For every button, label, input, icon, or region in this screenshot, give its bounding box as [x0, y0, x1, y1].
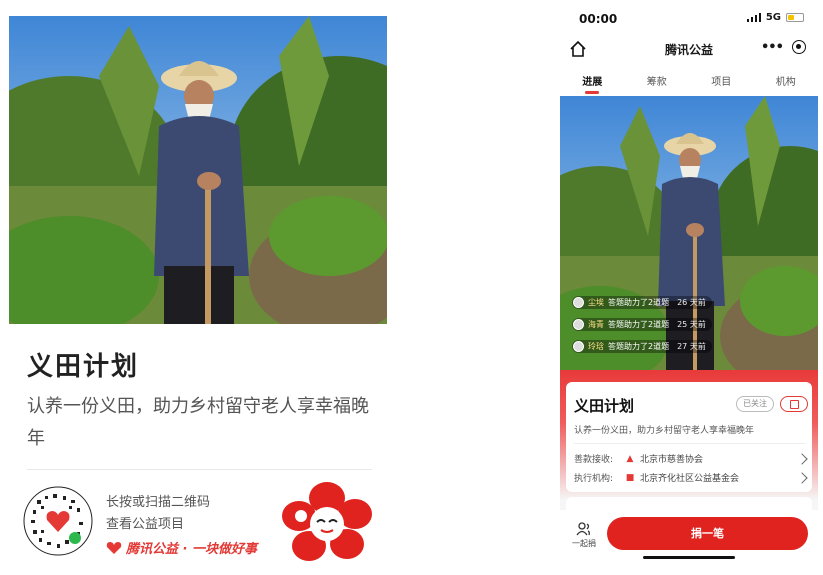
- battery-icon: [786, 13, 804, 22]
- qr-instruction: 长按或扫描二维码: [106, 495, 211, 510]
- brand-slogan: 腾讯公益 · 一块做好事: [126, 542, 257, 557]
- project-card: 义田计划 已关注 认养一份义田，助力乡村留守老人享幸福晚年 善款接收: ▲ 北京…: [566, 382, 812, 492]
- avatar: [573, 297, 584, 308]
- flower-mascot-icon: [277, 478, 377, 568]
- qr-code[interactable]: [23, 486, 93, 556]
- tab-fundraising[interactable]: 筹款: [625, 62, 690, 96]
- feed-item: 海青 答题助力了2道题 25 天前: [572, 318, 712, 331]
- charity-logo-icon: ▲: [626, 453, 634, 464]
- chevron-right-icon: [796, 452, 808, 465]
- feed-item: 尘埃 答题助力了2道题 26 天前: [572, 296, 712, 309]
- feed-time: 26 天前: [677, 298, 706, 307]
- donate-button[interactable]: 捐一笔: [607, 517, 808, 550]
- feed-action: 答题助力了2道题: [608, 342, 670, 351]
- chevron-right-icon: [796, 471, 808, 484]
- poster-title: 义田计划: [27, 352, 140, 382]
- people-icon: [576, 522, 590, 536]
- tab-organization[interactable]: 机构: [754, 62, 819, 96]
- donate-together-label: 一起捐: [572, 539, 596, 548]
- feed-action: 答题助力了2道题: [608, 320, 670, 329]
- nav-bar: 腾讯公益 •••: [560, 38, 818, 62]
- feed-time: 25 天前: [677, 320, 706, 329]
- tab-bar: 进展 筹款 项目 机构: [560, 62, 818, 96]
- tab-project[interactable]: 项目: [689, 62, 754, 96]
- executor-name: 北京齐化社区公益基金会: [640, 474, 740, 484]
- share-button[interactable]: [780, 396, 808, 412]
- project-subtitle: 认养一份义田，助力乡村留守老人享幸福晚年: [574, 426, 755, 436]
- poster-divider: [27, 469, 372, 470]
- bottom-action-bar: 一起捐 捐一笔: [560, 510, 818, 575]
- follow-button[interactable]: 已关注: [736, 396, 774, 412]
- more-menu-icon[interactable]: •••: [761, 40, 784, 55]
- foundation-logo-icon: ■: [625, 472, 635, 483]
- heart-logo-icon: [106, 541, 122, 554]
- feed-action: 答题助力了2道题: [608, 298, 670, 307]
- network-type: 5G: [765, 12, 781, 23]
- receiver-label: 善款接收:: [574, 455, 614, 465]
- feed-time: 27 天前: [677, 342, 706, 351]
- avatar: [573, 341, 584, 352]
- receiver-row[interactable]: 善款接收: ▲ 北京市慈善协会: [574, 452, 808, 465]
- tab-progress[interactable]: 进展: [560, 62, 625, 96]
- card-divider: [574, 443, 806, 444]
- feed-user: 海青: [588, 320, 604, 329]
- poster-photo: [9, 16, 387, 324]
- share-poster: 义田计划 认养一份义田，助力乡村留守老人享幸福晚年 长按或扫描二维码 查看公益项…: [9, 16, 387, 568]
- receiver-name: 北京市慈善协会: [640, 455, 704, 465]
- donate-together-button[interactable]: 一起捐: [568, 522, 600, 549]
- feed-user: 尘埃: [588, 298, 604, 307]
- executor-row[interactable]: 执行机构: ■ 北京齐化社区公益基金会: [574, 471, 808, 484]
- avatar: [573, 319, 584, 330]
- next-card-peek: [566, 497, 812, 511]
- feed-item: 玲琀 答题助力了2道题 27 天前: [572, 340, 712, 353]
- project-title: 义田计划: [574, 397, 635, 415]
- executor-label: 执行机构:: [574, 474, 614, 484]
- status-indicators: 5G: [746, 12, 804, 23]
- feed-user: 玲琀: [588, 342, 604, 351]
- status-bar: 00:00 5G: [560, 0, 818, 38]
- poster-subtitle: 认养一份义田，助力乡村留守老人享幸福晚年: [27, 396, 369, 449]
- close-miniprogram-icon[interactable]: [792, 40, 806, 54]
- phone-screen: 00:00 5G 腾讯公益 ••• 进展 筹款 项目 机构 尘埃 答题助力了2道…: [560, 0, 818, 575]
- signal-icon: [746, 13, 761, 22]
- status-time: 00:00: [579, 12, 618, 26]
- qr-subinstruction: 查看公益项目: [106, 517, 185, 532]
- brand-logo: 腾讯公益 · 一块做好事: [106, 538, 257, 557]
- home-indicator: [643, 556, 735, 559]
- activity-feed: 尘埃 答题助力了2道题 26 天前 海青 答题助力了2道题 25 天前 玲琀 答…: [572, 296, 712, 362]
